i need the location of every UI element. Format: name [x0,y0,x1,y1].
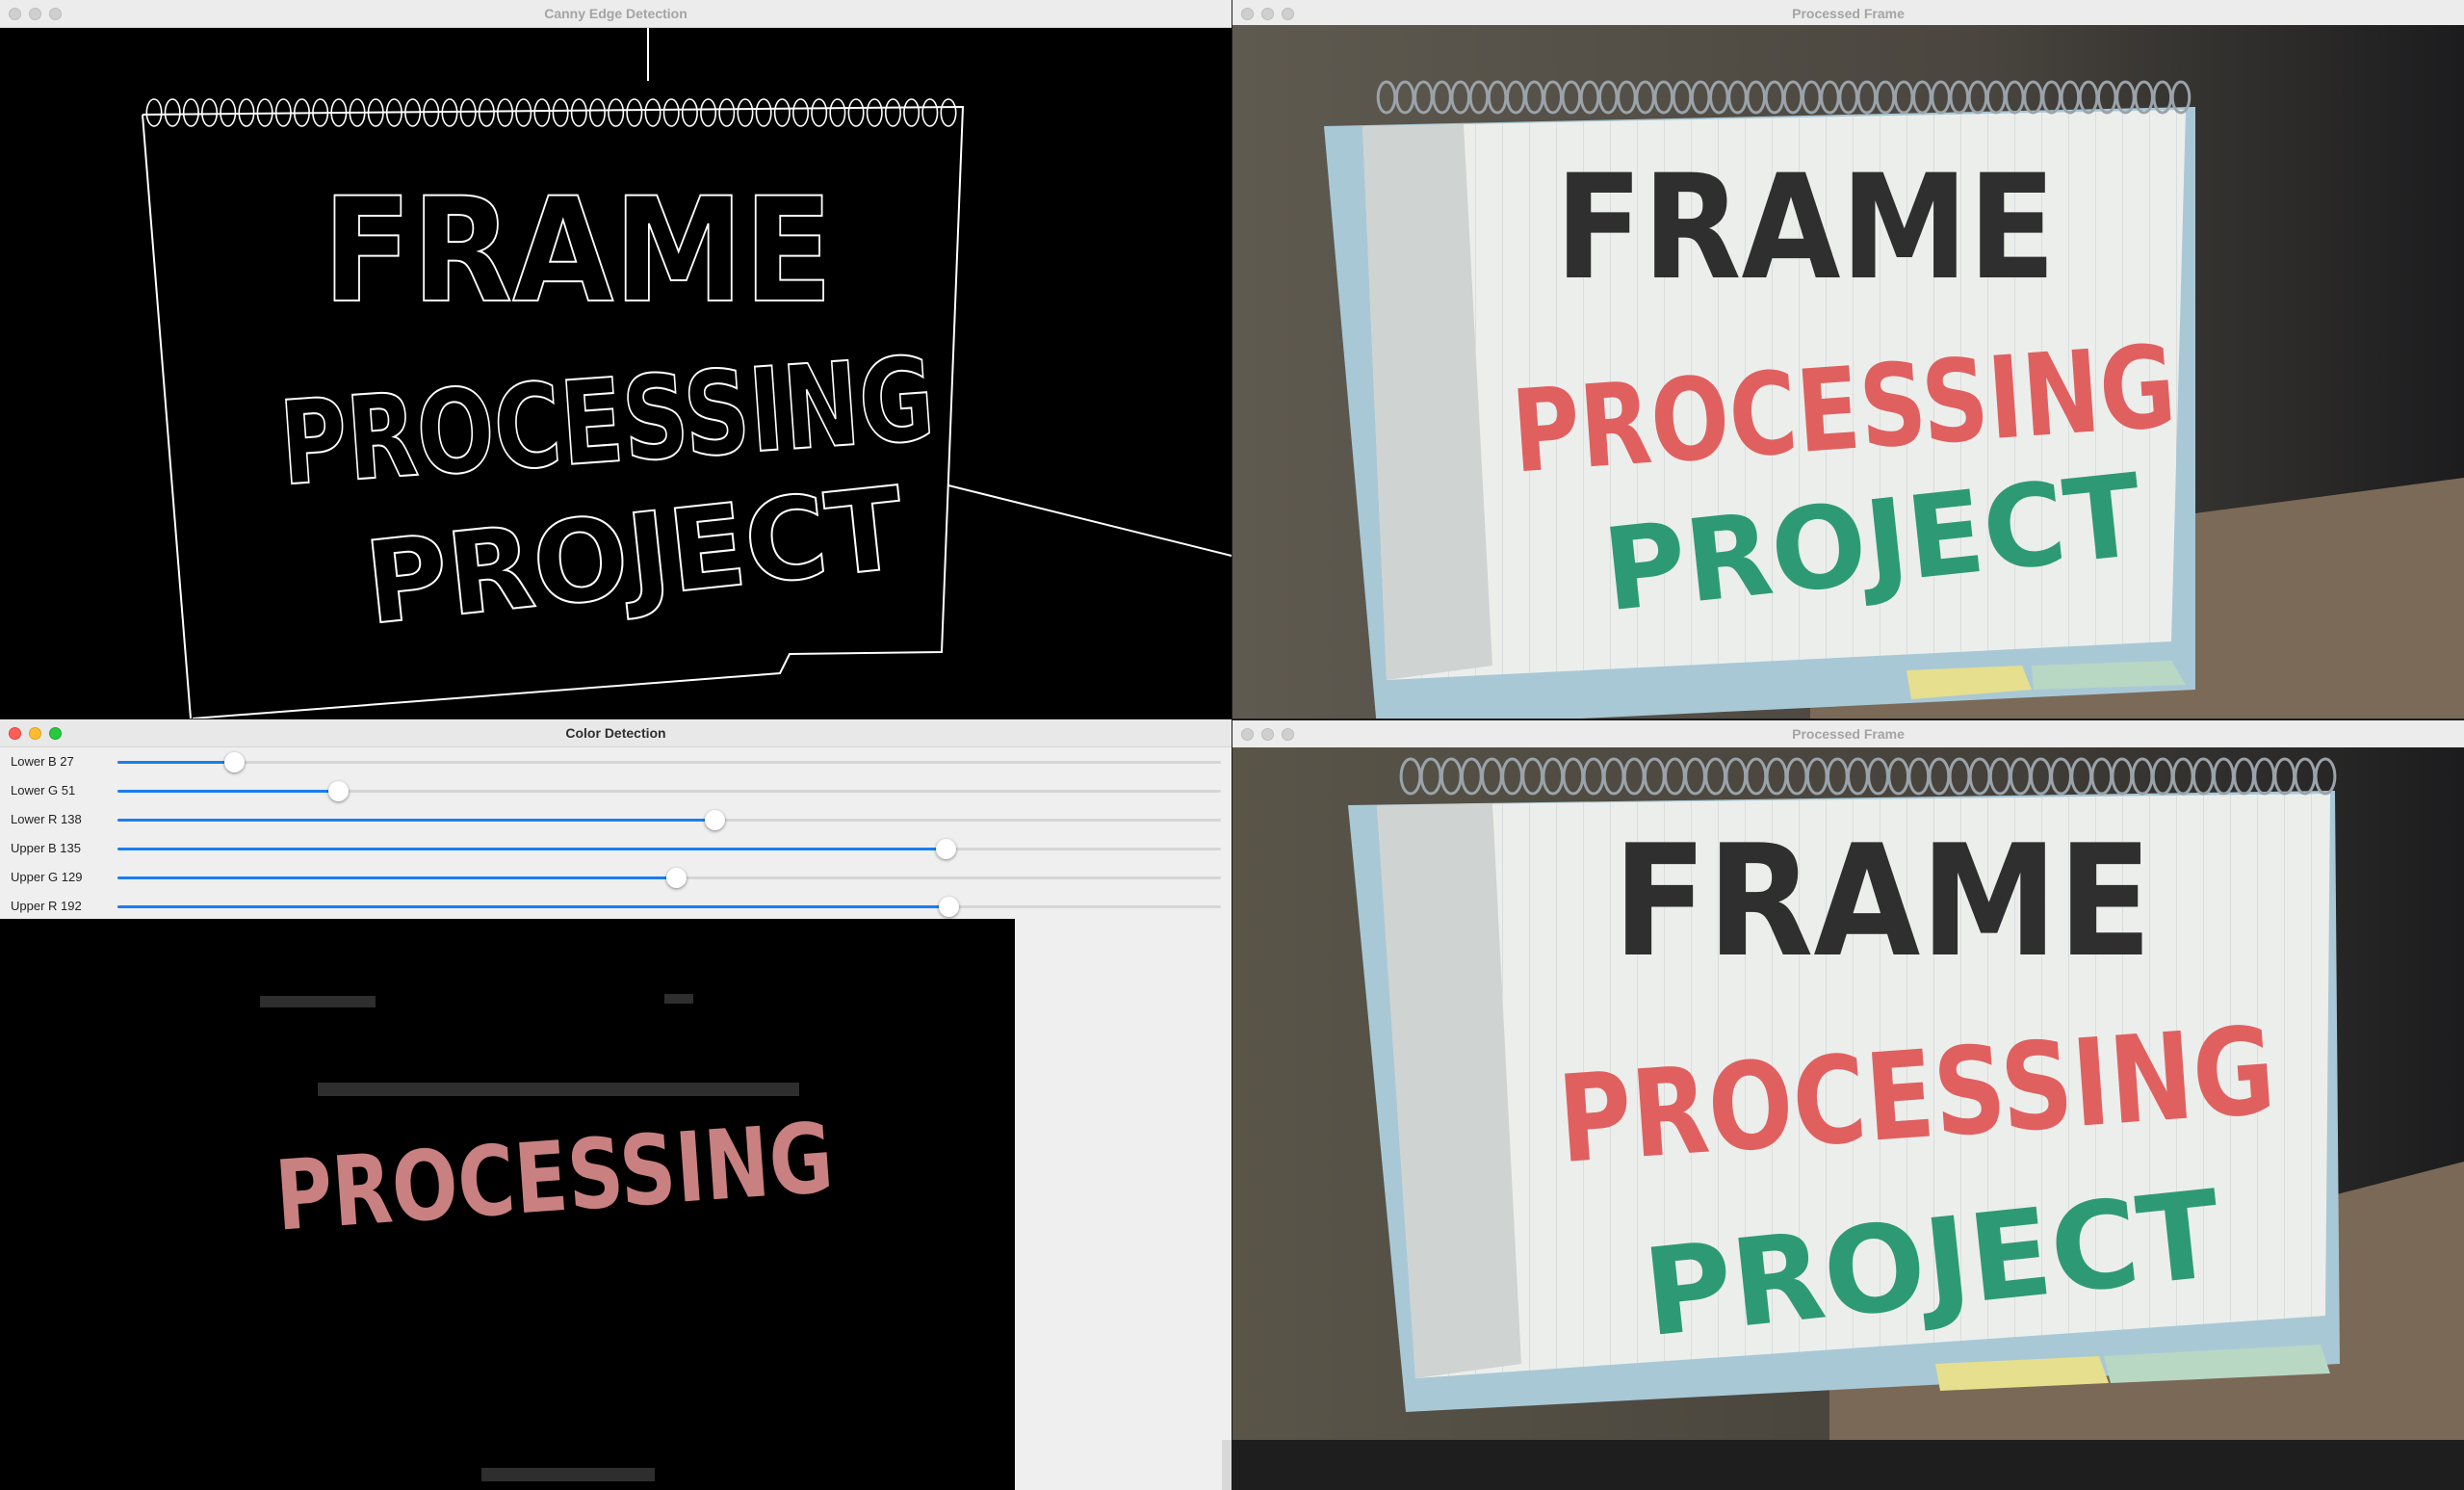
mask-svg: PROCESSING [0,919,1015,1490]
window-title: Color Detection [565,725,666,741]
color-detection-titlebar[interactable]: Color Detection [0,719,1232,747]
scroll-corner [1232,1440,2464,1490]
canny-titlebar[interactable]: Canny Edge Detection [0,0,1232,28]
canny-edge-svg: FRAME PROCESSING PROJECT [0,28,1232,719]
color-detection-window: Color Detection Lower B 27 Lower G 51 Lo… [0,719,1232,1490]
window-title: Canny Edge Detection [544,6,687,21]
slider-thumb[interactable] [938,897,959,917]
slider-fill [117,848,946,850]
processed-frame-image: FRAME PROCESSING PROJECT [1232,25,2464,719]
slider-lower-b: Lower B 27 [0,747,1232,776]
slider-track[interactable] [117,839,1221,859]
vertical-scrollbar[interactable] [1222,1440,1232,1490]
canny-edge-image: FRAME PROCESSING PROJECT [0,28,1232,719]
slider-upper-b: Upper B 135 [0,834,1232,863]
slider-thumb[interactable] [328,781,350,801]
slider-label: Lower G 51 [11,783,76,797]
camera-frame-svg: FRAME PROCESSING PROJECT [1232,747,2464,1440]
slider-lower-r: Lower R 138 [0,805,1232,834]
slider-label: Upper B 135 [11,841,81,855]
slider-label: Lower B 27 [11,754,74,769]
processed-bottom-titlebar[interactable]: Processed Frame [1232,720,2464,748]
frame-text: FRAME [1613,811,2152,991]
slider-fill [117,790,339,793]
slider-thumb[interactable] [224,752,246,772]
processed-top-titlebar[interactable]: Processed Frame [1232,0,2464,28]
color-mask-image: PROCESSING [0,919,1015,1490]
slider-thumb[interactable] [705,810,726,830]
slider-fill [117,876,676,879]
slider-track[interactable] [117,810,1221,830]
canny-frame-text: FRAME [323,168,833,335]
processed-frame-top-window: Processed Frame FRAME PROCESSING PROJECT [1232,0,2464,719]
slider-thumb[interactable] [665,868,687,888]
processed-frame-bottom-window: Processed Frame FRAME PROCESSING PROJECT [1232,720,2464,1440]
slider-lower-g: Lower G 51 [0,776,1232,805]
window-title: Processed Frame [1792,6,1905,21]
slider-track[interactable] [117,752,1221,772]
processed-frame-image: FRAME PROCESSING PROJECT [1232,747,2464,1440]
slider-label: Lower R 138 [11,812,82,826]
slider-track[interactable] [117,897,1221,917]
slider-upper-r: Upper R 192 [0,892,1232,921]
slider-track[interactable] [117,781,1221,801]
canny-edge-window: Canny Edge Detection FRAME PROCESSING PR… [0,0,1232,719]
frame-text: FRAME [1555,144,2056,312]
window-title: Processed Frame [1792,726,1905,742]
camera-frame-svg: FRAME PROCESSING PROJECT [1232,25,2464,719]
slider-fill [117,819,715,822]
slider-label: Upper R 192 [11,899,82,913]
slider-fill [117,761,235,764]
slider-upper-g: Upper G 129 [0,863,1232,892]
slider-thumb[interactable] [935,839,956,859]
slider-track[interactable] [117,868,1221,888]
slider-fill [117,905,948,908]
slider-label: Upper G 129 [11,870,83,884]
